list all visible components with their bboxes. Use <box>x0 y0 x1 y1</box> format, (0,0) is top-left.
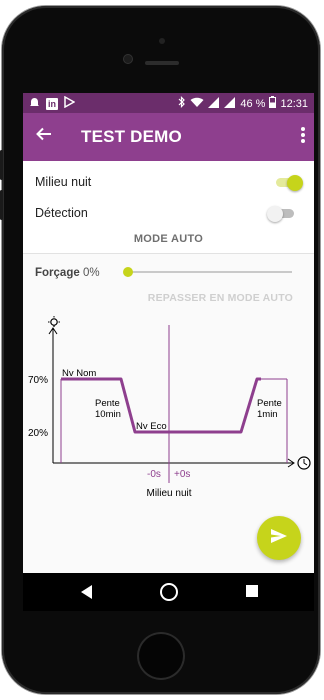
nv-nom-label: Nv Nom <box>62 368 96 379</box>
battery-icon <box>269 96 277 112</box>
y-label-high: 70% <box>28 375 48 386</box>
signal-icon <box>208 96 220 112</box>
status-bar: in 46 % 12:31 <box>23 93 314 113</box>
battery-percent: 46 % <box>240 98 266 110</box>
slider-thumb[interactable] <box>123 267 133 277</box>
milieu-nuit-switch[interactable] <box>276 175 303 191</box>
detection-switch[interactable] <box>267 206 294 222</box>
app-screen: in 46 % 12:31 TEST DEMO Milieu nuit Déte… <box>23 93 314 573</box>
clock-icon <box>297 456 311 470</box>
forcage-value: 0% <box>83 267 100 279</box>
detection-label: Détection <box>35 206 88 220</box>
pente-right-duration: 1min <box>257 409 278 420</box>
earpiece-speaker <box>145 61 179 65</box>
wifi-icon <box>190 97 204 112</box>
forcage-slider[interactable] <box>123 267 292 277</box>
night-mode-diagram: 70% 20% Nv Nom Nv Eco Pente 10min Pente … <box>28 316 311 499</box>
linkedin-icon: in <box>46 98 58 110</box>
pente-left-duration: 10min <box>95 409 121 420</box>
lightbulb-icon <box>48 316 60 327</box>
more-vert-icon[interactable] <box>300 126 306 148</box>
app-bar: TEST DEMO <box>23 113 314 161</box>
page-title: TEST DEMO <box>81 127 182 146</box>
milieu-nuit-label: Milieu nuit <box>35 175 92 189</box>
volume-up-button <box>0 150 3 180</box>
play-store-icon <box>64 95 76 112</box>
notification-icon <box>29 97 40 112</box>
send-icon <box>270 528 288 549</box>
signal-icon-2 <box>224 96 236 112</box>
mode-auto-label: MODE AUTO <box>133 233 204 245</box>
milieu-nuit-axis-label: Milieu nuit <box>146 488 191 499</box>
pente-right-label: Pente <box>257 398 282 409</box>
plus-offset-label[interactable]: +0s <box>174 469 190 480</box>
arrow-back-icon[interactable] <box>35 125 53 148</box>
nv-eco-label: Nv Eco <box>136 421 167 432</box>
repasser-mode-auto-button[interactable]: REPASSER EN MODE AUTO <box>148 292 293 304</box>
physical-home-button <box>137 632 185 680</box>
pente-left-label: Pente <box>95 398 120 409</box>
android-nav-bar <box>23 573 314 611</box>
minus-offset-label[interactable]: -0s <box>147 469 161 480</box>
y-label-low: 20% <box>28 428 48 439</box>
nav-home-icon[interactable] <box>160 583 178 601</box>
volume-down-button <box>0 190 3 220</box>
clock-time: 12:31 <box>280 98 308 110</box>
settings-card: Milieu nuit Détection MODE AUTO <box>23 161 314 254</box>
send-button[interactable] <box>257 516 301 560</box>
nav-back-icon[interactable] <box>81 585 92 599</box>
forcage-label: Forçage <box>35 267 80 279</box>
nav-recents-icon[interactable] <box>246 585 258 597</box>
front-camera <box>124 55 132 63</box>
top-microphone <box>159 38 165 44</box>
bluetooth-icon <box>178 96 186 112</box>
